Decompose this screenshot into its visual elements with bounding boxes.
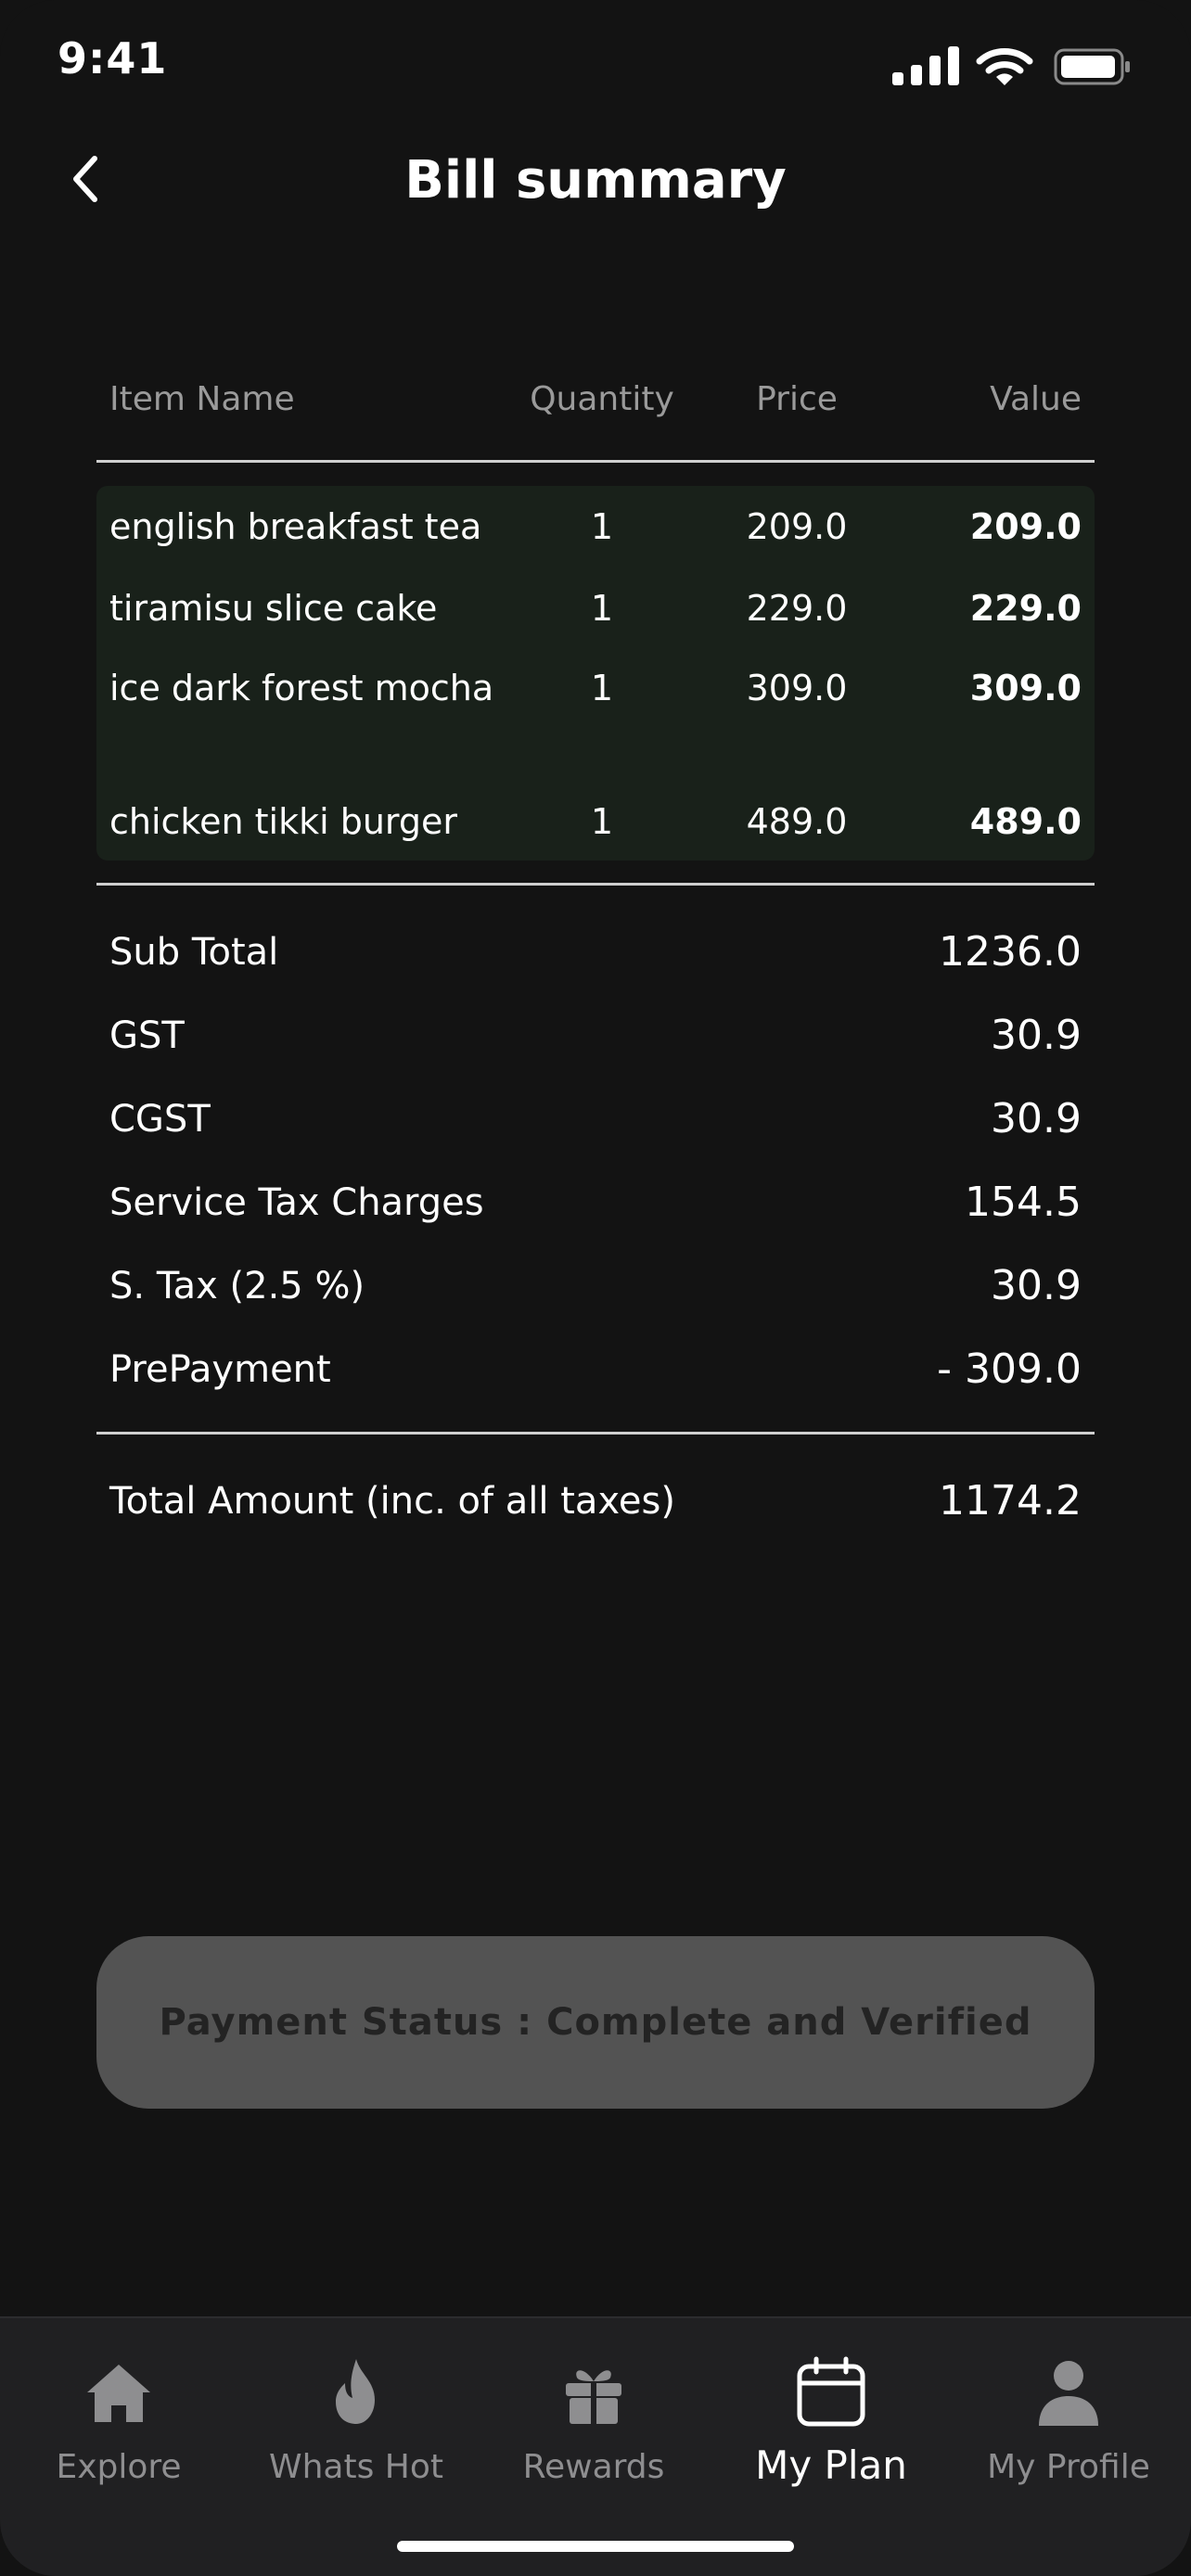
page-title: Bill summary <box>404 150 787 210</box>
item-price: 209.0 <box>746 506 848 547</box>
summary-row: S. Tax (2.5 %) 30.9 <box>96 1254 1095 1319</box>
tab-label: Whats Hot <box>269 2448 443 2486</box>
summary-amount: 1236.0 <box>939 928 1082 976</box>
tab-my-plan[interactable]: My Plan <box>712 2355 950 2504</box>
cellular-signal-icon <box>892 46 959 85</box>
item-price: 309.0 <box>746 668 848 708</box>
tab-whats-hot[interactable]: Whats Hot <box>237 2355 475 2504</box>
summary-label: GST <box>109 1014 185 1057</box>
item-price: 489.0 <box>746 801 848 842</box>
home-icon <box>87 2365 150 2422</box>
header-value: Value <box>990 380 1082 418</box>
person-icon <box>1039 2361 1098 2426</box>
summary-label: CGST <box>109 1098 211 1141</box>
summary-row: Service Tax Charges 154.5 <box>96 1170 1095 1235</box>
item-price: 229.0 <box>746 588 848 629</box>
tab-my-profile[interactable]: My Profile <box>950 2355 1187 2504</box>
table-header: Item Name Quantity Price Value <box>96 380 1095 436</box>
summary-row: Sub Total 1236.0 <box>96 920 1095 985</box>
item-value: 309.0 <box>969 668 1082 708</box>
wifi-icon <box>976 48 1033 85</box>
item-value: 489.0 <box>969 801 1082 842</box>
calendar-icon <box>797 2356 865 2427</box>
status-bar: 9:41 <box>0 0 1191 121</box>
bottom-tab-bar: Explore Whats Hot Rewards My Plan My Pro… <box>0 2316 1191 2576</box>
payment-status-button[interactable]: Payment Status : Complete and Verified <box>96 1936 1095 2109</box>
item-quantity: 1 <box>590 668 614 708</box>
header-price: Price <box>756 380 838 418</box>
summary-row: PrePayment - 309.0 <box>96 1337 1095 1402</box>
summary-label: S. Tax (2.5 %) <box>109 1265 365 1307</box>
divider <box>96 883 1095 886</box>
tab-label: My Plan <box>755 2442 907 2488</box>
gift-icon <box>566 2370 621 2424</box>
items-list: english breakfast tea 1 209.0 209.0 tira… <box>96 486 1095 861</box>
summary-amount: 154.5 <box>965 1179 1082 1226</box>
total-row: Total Amount (inc. of all taxes) 1174.2 <box>96 1469 1095 1534</box>
item-name: ice dark forest mocha <box>109 668 494 708</box>
tab-rewards[interactable]: Rewards <box>475 2355 712 2504</box>
tab-label: Explore <box>56 2448 182 2486</box>
bill-summary-screen: 9:41 Bill summary Item Name Quantity Pri… <box>0 0 1191 2576</box>
tab-explore[interactable]: Explore <box>0 2355 237 2504</box>
summary-amount: 30.9 <box>991 1012 1082 1059</box>
summary-row: CGST 30.9 <box>96 1087 1095 1152</box>
total-amount: 1174.2 <box>939 1477 1082 1524</box>
home-indicator[interactable] <box>397 2541 794 2552</box>
item-name: chicken tikki burger <box>109 801 458 842</box>
battery-icon <box>1054 48 1130 85</box>
divider <box>96 460 1095 463</box>
divider <box>96 1432 1095 1435</box>
tab-label: Rewards <box>522 2448 665 2486</box>
summary-row: GST 30.9 <box>96 1003 1095 1068</box>
tab-label: My Profile <box>987 2448 1150 2486</box>
summary-label: Sub Total <box>109 931 279 974</box>
summary-label: PrePayment <box>109 1348 331 1391</box>
header-item-name: Item Name <box>109 380 295 418</box>
item-name: tiramisu slice cake <box>109 588 438 629</box>
flame-icon <box>336 2359 375 2424</box>
item-quantity: 1 <box>590 801 614 842</box>
summary-label: Service Tax Charges <box>109 1181 484 1224</box>
item-value: 229.0 <box>969 588 1082 629</box>
item-quantity: 1 <box>590 506 614 547</box>
total-label: Total Amount (inc. of all taxes) <box>109 1480 675 1523</box>
item-quantity: 1 <box>590 588 614 629</box>
item-name: english breakfast tea <box>109 506 482 547</box>
header-quantity: Quantity <box>530 380 674 418</box>
summary-amount: 30.9 <box>991 1095 1082 1142</box>
item-value: 209.0 <box>969 506 1082 547</box>
status-time: 9:41 <box>58 33 168 83</box>
summary-amount: 30.9 <box>991 1262 1082 1309</box>
summary-amount: - 309.0 <box>937 1345 1082 1393</box>
